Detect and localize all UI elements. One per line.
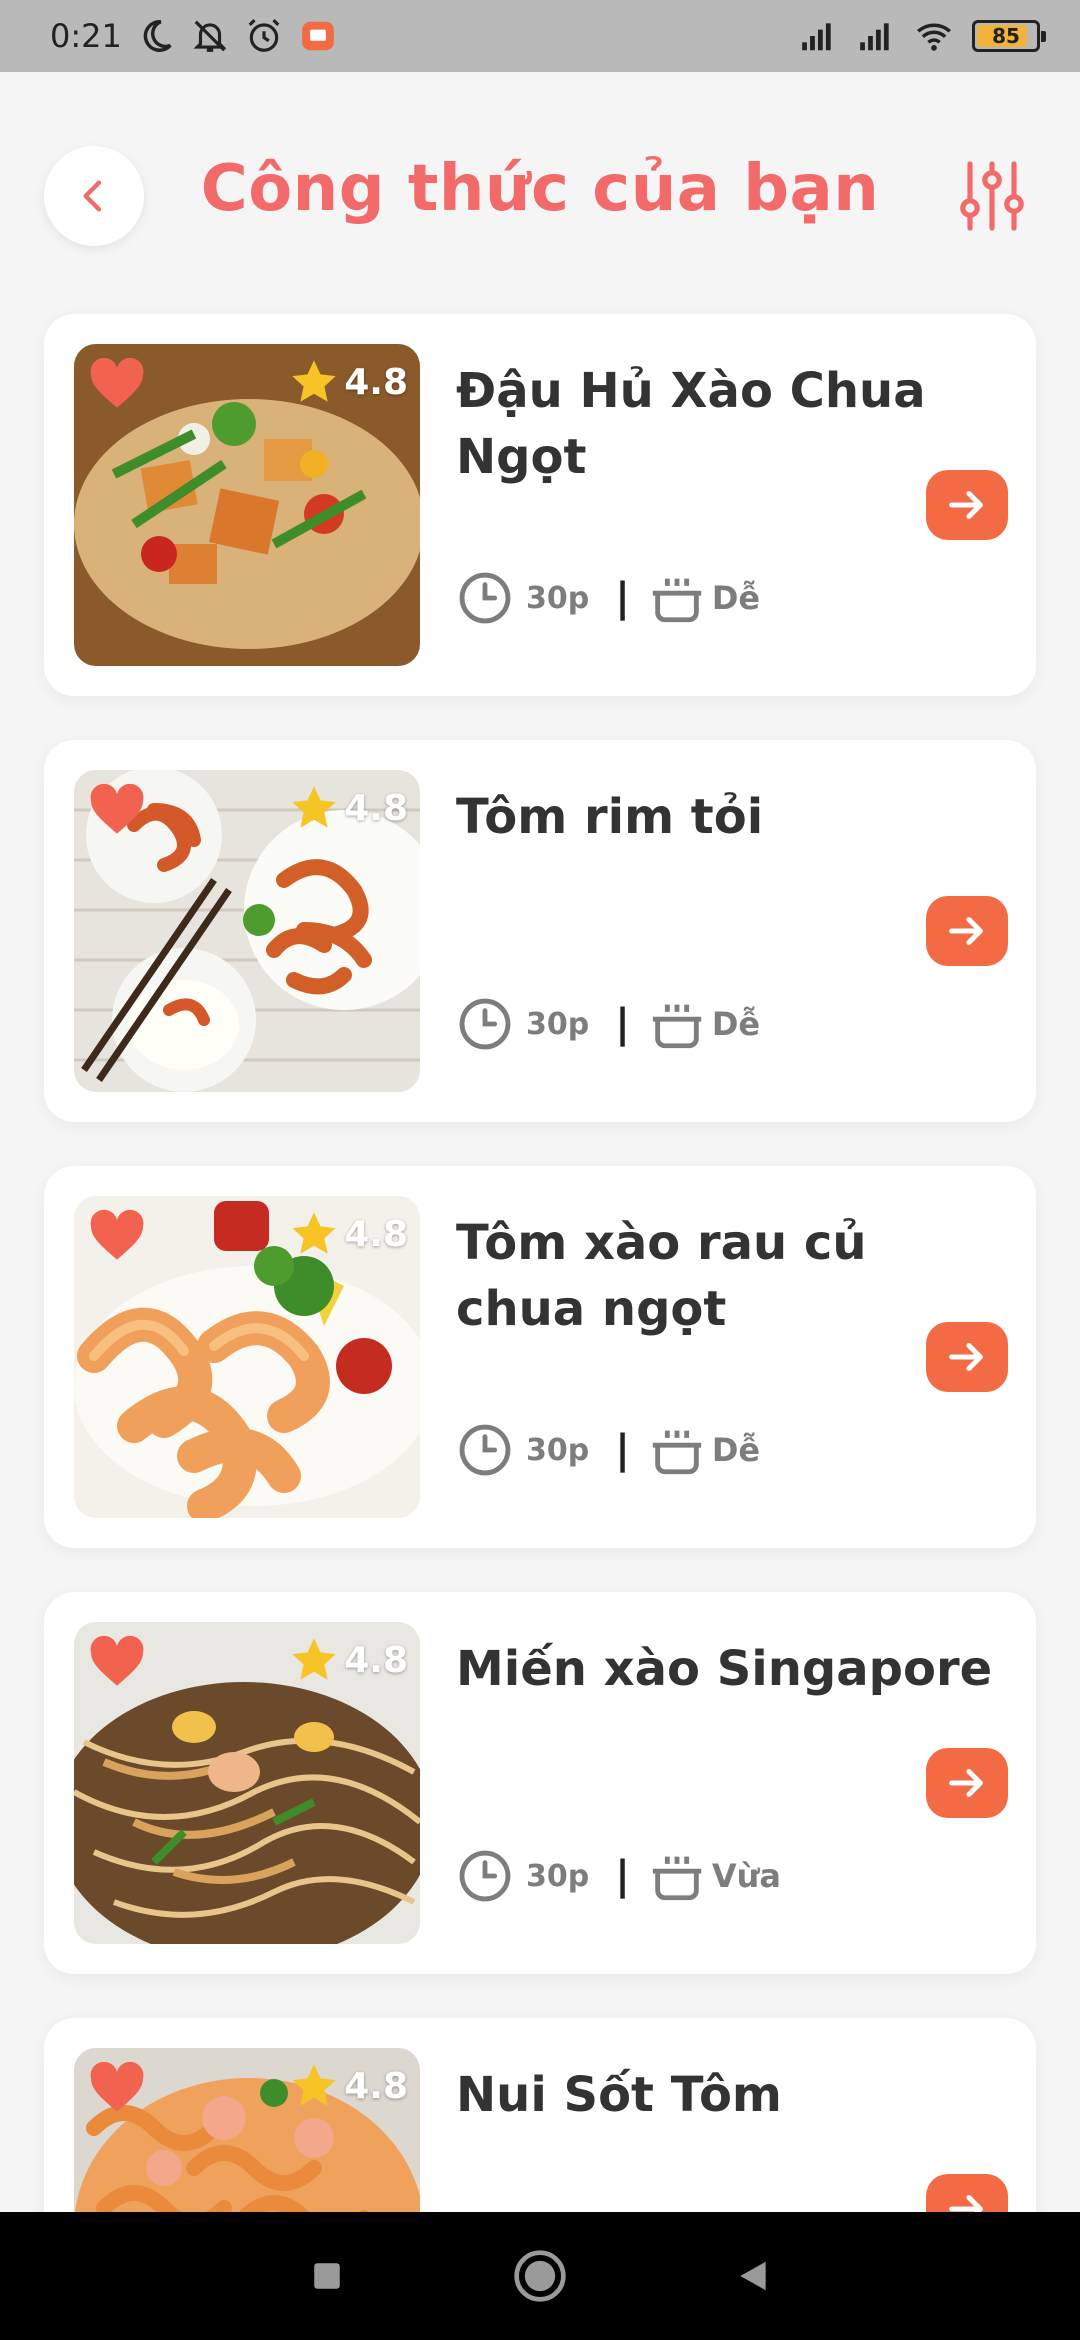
home-button[interactable] <box>505 2241 575 2311</box>
recipe-image: 4.8 <box>74 344 420 666</box>
star-icon <box>292 360 336 402</box>
recipe-card[interactable]: 4.8 Tôm rim tỏi 30p | Dễ <box>44 740 1036 1122</box>
clock-icon <box>456 1847 514 1905</box>
moon-icon <box>136 16 176 56</box>
rating-badge: 4.8 <box>288 1208 408 1260</box>
difficulty: Dễ <box>711 1005 761 1043</box>
meta-separator: | <box>615 575 630 621</box>
back-icon <box>740 2261 766 2291</box>
open-recipe-button[interactable] <box>926 470 1008 540</box>
recipe-meta: 30p | Dễ <box>456 994 760 1054</box>
battery-level: 85 <box>992 24 1020 48</box>
rating-badge: 4.8 <box>288 1634 408 1686</box>
heart-icon[interactable] <box>88 2062 146 2114</box>
mute-icon <box>190 16 230 56</box>
recipe-title: Miến xào Singapore <box>456 1641 993 1697</box>
clock-icon <box>456 569 514 627</box>
difficulty: Dễ <box>711 1431 761 1469</box>
meta-separator: | <box>615 1001 630 1047</box>
recipe-meta: 30p | Vừa <box>456 1846 781 1906</box>
rating-value: 4.8 <box>344 1639 408 1681</box>
recipe-image: 4.8 <box>74 1622 420 1944</box>
star-icon <box>292 1638 336 1680</box>
wifi-icon <box>914 16 954 56</box>
heart-icon[interactable] <box>88 784 146 836</box>
cooking-pot-icon <box>648 569 706 627</box>
header: Công thức của bạn <box>0 72 1080 312</box>
heart-icon[interactable] <box>88 1636 146 1688</box>
recipe-title: Tôm xào rau củ chua ngọt <box>456 1215 867 1337</box>
signal-icon <box>798 16 838 56</box>
app-notification-icon <box>298 16 338 56</box>
clock-icon <box>456 995 514 1053</box>
star-icon <box>292 786 336 828</box>
recipe-title: Nui Sốt Tôm <box>456 2067 782 2123</box>
filter-button[interactable] <box>952 156 1032 236</box>
recipe-title: Tôm rim tỏi <box>456 789 764 845</box>
difficulty: Dễ <box>711 579 761 617</box>
screen: 0:21 85 Công thức của bạn 4.8 Đậu Hủ Xào… <box>0 0 1080 2340</box>
recipe-image: 4.8 <box>74 1196 420 1518</box>
arrow-right-icon <box>949 917 983 945</box>
star-icon <box>292 1212 336 1254</box>
arrow-right-icon <box>949 1343 983 1371</box>
status-time: 0:21 <box>50 17 122 55</box>
status-left: 0:21 <box>50 16 338 56</box>
battery-icon: 85 <box>972 20 1046 52</box>
recipe-image: 4.8 <box>74 770 420 1092</box>
arrow-right-icon <box>949 1769 983 1797</box>
rating-badge: 4.8 <box>288 782 408 834</box>
rating-value: 4.8 <box>344 1213 408 1255</box>
rating-badge: 4.8 <box>288 2060 408 2112</box>
cooking-pot-icon <box>648 1847 706 1905</box>
cook-time: 30p <box>526 1432 590 1468</box>
arrow-right-icon <box>949 491 983 519</box>
cook-time: 30p <box>526 1858 590 1894</box>
signal-icon <box>856 16 896 56</box>
rating-value: 4.8 <box>344 2065 408 2107</box>
home-icon <box>514 2250 566 2302</box>
clock-icon <box>456 1421 514 1479</box>
recipe-meta: 30p | Dễ <box>456 568 760 628</box>
cook-time: 30p <box>526 1006 590 1042</box>
meta-separator: | <box>615 1853 630 1899</box>
recent-apps-icon <box>313 2263 340 2289</box>
difficulty: Vừa <box>711 1857 781 1895</box>
recipe-meta: 30p | Dễ <box>456 1420 760 1480</box>
open-recipe-button[interactable] <box>926 896 1008 966</box>
open-recipe-button[interactable] <box>926 1748 1008 1818</box>
status-bar: 0:21 85 <box>0 0 1080 72</box>
heart-icon[interactable] <box>88 358 146 410</box>
back-nav-button[interactable] <box>718 2241 788 2311</box>
rating-value: 4.8 <box>344 361 408 403</box>
heart-icon[interactable] <box>88 1210 146 1262</box>
recipe-card[interactable]: 4.8 Đậu Hủ Xào Chua Ngọt 30p | Dễ <box>44 314 1036 696</box>
rating-badge: 4.8 <box>288 356 408 408</box>
meta-separator: | <box>615 1427 630 1473</box>
recipe-card[interactable]: 4.8 Miến xào Singapore 30p | Vừa <box>44 1592 1036 1974</box>
recipe-list: 4.8 Đậu Hủ Xào Chua Ngọt 30p | Dễ 4.8 Tô… <box>44 314 1036 2340</box>
navigation-bar <box>0 2212 1080 2340</box>
star-icon <box>292 2064 336 2106</box>
cooking-pot-icon <box>648 1421 706 1479</box>
page-title: Công thức của bạn <box>200 152 880 226</box>
cooking-pot-icon <box>648 995 706 1053</box>
cook-time: 30p <box>526 580 590 616</box>
recipe-card[interactable]: 4.8 Tôm xào rau củ chua ngọt 30p | Dễ <box>44 1166 1036 1548</box>
sliders-icon <box>960 161 1024 231</box>
status-right: 85 <box>798 16 1046 56</box>
rating-value: 4.8 <box>344 787 408 829</box>
alarm-icon <box>244 16 284 56</box>
recipe-title: Đậu Hủ Xào Chua Ngọt <box>456 363 926 485</box>
recent-apps-button[interactable] <box>292 2241 362 2311</box>
open-recipe-button[interactable] <box>926 1322 1008 1392</box>
